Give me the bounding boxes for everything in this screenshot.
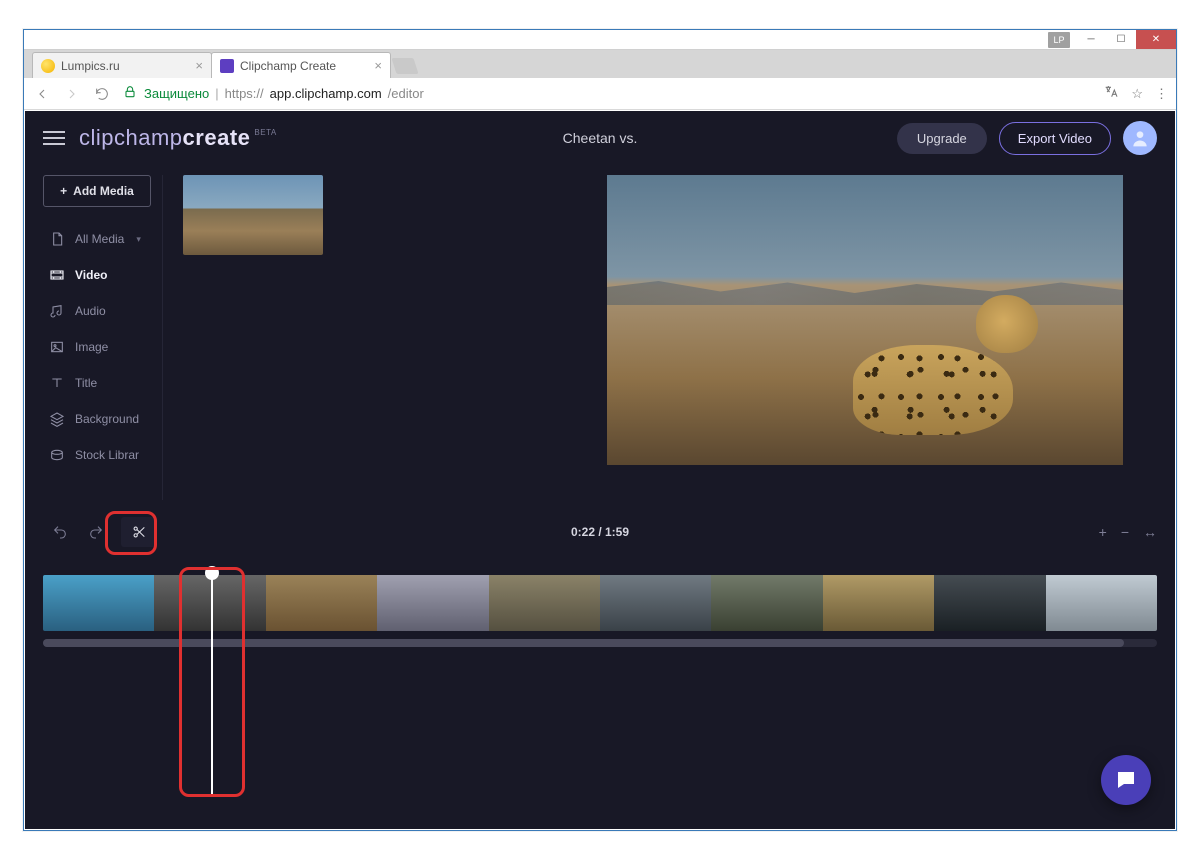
zoom-fit-button[interactable]: ↔: [1143, 524, 1157, 540]
timeline-frame: [489, 575, 600, 631]
logo-beta-badge: BETA: [254, 128, 276, 137]
video-icon: [49, 267, 65, 283]
plus-icon: +: [60, 184, 67, 198]
sidebar-item-label: All Media: [75, 232, 124, 246]
timeline-frame: [823, 575, 934, 631]
add-media-button[interactable]: + Add Media: [43, 175, 151, 207]
sidebar-item-label: Title: [75, 376, 97, 390]
account-badge[interactable]: LP: [1048, 32, 1070, 48]
avatar[interactable]: [1123, 121, 1157, 155]
media-thumbnail[interactable]: [183, 175, 323, 255]
zoom-out-button[interactable]: −: [1121, 524, 1129, 540]
timeline-frame: [377, 575, 488, 631]
tab-label: Clipchamp Create: [240, 59, 336, 73]
sidebar-item-image[interactable]: Image: [43, 331, 162, 363]
layers-icon: [49, 411, 65, 427]
browser-tab-lumpics[interactable]: Lumpics.ru ×: [32, 52, 212, 78]
undo-button[interactable]: [49, 521, 71, 543]
split-clip-button[interactable]: [121, 517, 157, 547]
timeline-frame: [934, 575, 1045, 631]
forward-button[interactable]: [62, 84, 82, 104]
app-root: clipchampcreate BETA Cheetan vs. Upgrade…: [25, 111, 1175, 829]
close-window-button[interactable]: ✕: [1136, 30, 1176, 49]
logo-text-bold: create: [183, 125, 251, 151]
zoom-in-button[interactable]: +: [1099, 524, 1107, 540]
browser-tabstrip: Lumpics.ru × Clipchamp Create ×: [24, 50, 1176, 78]
export-video-button[interactable]: Export Video: [999, 122, 1111, 155]
close-tab-icon[interactable]: ×: [374, 58, 382, 73]
reload-button[interactable]: [92, 84, 112, 104]
timeline-playhead[interactable]: [211, 572, 213, 794]
lock-icon: [122, 84, 138, 103]
scrollbar-thumb[interactable]: [43, 639, 1124, 647]
translate-icon[interactable]: [1103, 84, 1119, 103]
timeline-frame: [43, 575, 154, 631]
project-title[interactable]: Cheetan vs.: [563, 130, 638, 146]
sidebar-item-label: Background: [75, 412, 139, 426]
sidebar-item-audio[interactable]: Audio: [43, 295, 162, 327]
sidebar-item-label: Image: [75, 340, 108, 354]
title-icon: [49, 375, 65, 391]
window-titlebar: LP ─ ☐ ✕: [24, 30, 1176, 50]
timeline-track-container: [43, 575, 1157, 647]
sidebar-item-video[interactable]: Video: [43, 259, 162, 291]
address-bar: Защищено | https://app.clipchamp.com/edi…: [24, 78, 1176, 110]
timeline-frame: [1046, 575, 1157, 631]
clipchamp-logo: clipchampcreate BETA: [79, 125, 277, 151]
maximize-button[interactable]: ☐: [1106, 30, 1136, 49]
new-tab-button[interactable]: [391, 58, 418, 74]
timeline-panel: 0:22 / 1:59 + − ↔: [43, 511, 1157, 821]
chat-icon: [1114, 768, 1138, 792]
close-tab-icon[interactable]: ×: [195, 58, 203, 73]
audio-icon: [49, 303, 65, 319]
upgrade-button[interactable]: Upgrade: [897, 123, 987, 154]
file-icon: [49, 231, 65, 247]
url-protocol: https://: [225, 86, 264, 101]
app-header: clipchampcreate BETA Cheetan vs. Upgrade…: [25, 111, 1175, 165]
timeline-time-display: 0:22 / 1:59: [571, 525, 629, 539]
timeline-toolbar: 0:22 / 1:59 + − ↔: [43, 511, 1157, 553]
chevron-down-icon: ▾: [136, 234, 141, 245]
menu-dots-icon[interactable]: ⋮: [1155, 86, 1168, 102]
sidebar-item-all-media[interactable]: All Media ▾: [43, 223, 162, 255]
preview-panel: [573, 175, 1157, 500]
sidebar-item-title[interactable]: Title: [43, 367, 162, 399]
url-host: app.clipchamp.com: [270, 86, 382, 101]
url-path: /editor: [388, 86, 424, 101]
sidebar-item-stock[interactable]: Stock Librar: [43, 439, 162, 471]
user-icon: [1130, 128, 1150, 148]
sidebar-item-label: Audio: [75, 304, 106, 318]
image-icon: [49, 339, 65, 355]
favicon-icon: [41, 59, 55, 73]
browser-window: LP ─ ☐ ✕ Lumpics.ru × Clipchamp Create ×: [23, 29, 1177, 831]
browser-tab-clipchamp[interactable]: Clipchamp Create ×: [211, 52, 391, 78]
sidebar-item-background[interactable]: Background: [43, 403, 162, 435]
secure-label: Защищено: [144, 86, 209, 101]
sidebar-item-label: Video: [75, 268, 107, 282]
video-preview[interactable]: [607, 175, 1123, 465]
sidebar-item-label: Stock Librar: [75, 448, 139, 462]
timeline-frame: [711, 575, 822, 631]
bookmark-star-icon[interactable]: ☆: [1131, 86, 1143, 102]
chat-support-button[interactable]: [1101, 755, 1151, 805]
media-library: [173, 175, 563, 500]
timeline-frame: [600, 575, 711, 631]
favicon-icon: [220, 59, 234, 73]
logo-text-thin: clipchamp: [79, 125, 183, 151]
minimize-button[interactable]: ─: [1076, 30, 1106, 49]
timeline-frame: [266, 575, 377, 631]
tab-label: Lumpics.ru: [61, 59, 120, 73]
add-media-label: Add Media: [73, 184, 134, 198]
app-body: + Add Media All Media ▾ Video: [25, 165, 1175, 500]
hamburger-menu-icon[interactable]: [43, 127, 65, 149]
url-field[interactable]: Защищено | https://app.clipchamp.com/edi…: [122, 84, 1093, 103]
redo-button[interactable]: [85, 521, 107, 543]
sidebar: + Add Media All Media ▾ Video: [43, 175, 163, 500]
back-button[interactable]: [32, 84, 52, 104]
stock-icon: [49, 447, 65, 463]
